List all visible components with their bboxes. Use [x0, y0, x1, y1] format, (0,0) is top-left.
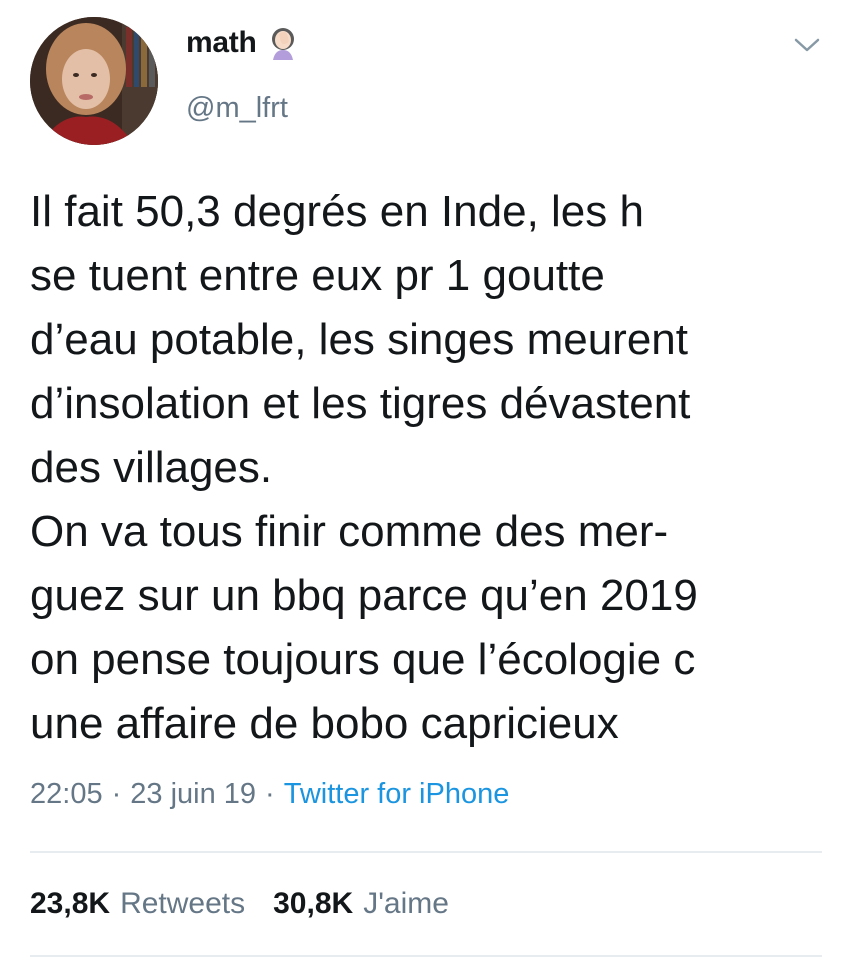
retweets-count: 23,8K — [30, 887, 111, 920]
tweet-date[interactable]: 23 juin 19 — [130, 778, 256, 811]
display-name[interactable]: math — [186, 26, 300, 60]
chevron-down-icon[interactable] — [792, 35, 822, 55]
tweet-line: on pense toujours que l’écologie c — [30, 635, 696, 684]
tweet-source-link[interactable]: Twitter for iPhone — [284, 778, 510, 811]
tweet-stats: 23,8K Retweets 30,8K J'aime — [30, 887, 449, 921]
tweet-line: On va tous finir comme des mer- — [30, 507, 669, 556]
tweet-line: une affaire de bobo capricieux — [30, 699, 619, 748]
tweet-line: guez sur un bbq parce qu’en 2019 — [30, 571, 698, 620]
tweet-line: d’insolation et les tigres dévastent — [30, 379, 691, 428]
likes-stat[interactable]: 30,8K J'aime — [273, 887, 449, 921]
tweet-card: math @m_lfrt Il fait 50,3 degrés en Inde… — [0, 0, 852, 960]
display-name-text: math — [186, 26, 257, 59]
tweet-text: Il fait 50,3 degrés en Inde, les h se tu… — [30, 180, 830, 756]
likes-label: J'aime — [363, 887, 449, 920]
avatar[interactable] — [30, 17, 158, 145]
tweet-line: Il fait 50,3 degrés en Inde, les h — [30, 187, 644, 236]
retweets-label: Retweets — [120, 887, 246, 920]
retweets-stat[interactable]: 23,8K Retweets — [30, 887, 245, 921]
meta-separator: · — [265, 778, 275, 810]
woman-facepalming-icon — [266, 26, 300, 60]
divider — [30, 955, 822, 957]
likes-count: 30,8K — [273, 887, 354, 920]
tweet-line: d’eau potable, les singes meurent — [30, 315, 688, 364]
divider — [30, 851, 822, 853]
tweet-line: se tuent entre eux pr 1 goutte — [30, 251, 605, 300]
tweet-meta: 22:05 · 23 juin 19 · Twitter for iPhone — [30, 778, 509, 811]
tweet-line: des villages. — [30, 443, 273, 492]
tweet-time[interactable]: 22:05 — [30, 778, 103, 811]
meta-separator: · — [111, 778, 122, 810]
user-handle[interactable]: @m_lfrt — [186, 92, 288, 125]
